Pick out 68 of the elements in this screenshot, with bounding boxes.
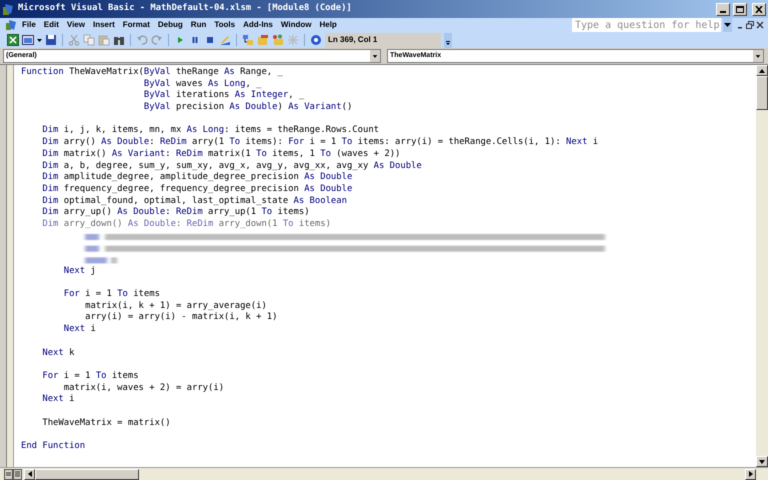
horizontal-scrollbar[interactable] bbox=[24, 468, 756, 480]
stop-icon[interactable] bbox=[204, 34, 216, 46]
code-line: Dim a, b, degree, sum_y, sum_xy, avg_x, avg_y, avg_xx, avg_xy As Double bbox=[41, 160, 422, 172]
cursor-position: Ln 369, Col 1 bbox=[325, 32, 441, 48]
code-line: Dim frequency_degree, frequency_degree_precision As Double bbox=[41, 184, 352, 196]
code-line: Next i bbox=[62, 324, 96, 336]
close-button[interactable] bbox=[752, 2, 766, 16]
restore-icon[interactable] bbox=[746, 21, 754, 29]
binoculars-icon[interactable] bbox=[113, 34, 125, 46]
code-line: ByVal precision As Double) As Variant() bbox=[142, 102, 352, 114]
caret-icon[interactable] bbox=[723, 18, 732, 32]
code-line: Next k bbox=[41, 348, 74, 360]
maximize-button[interactable] bbox=[733, 2, 747, 16]
object-browser-icon[interactable] bbox=[272, 34, 284, 46]
menu-item[interactable]: Tools bbox=[211, 19, 238, 31]
code-line: End Function bbox=[21, 441, 86, 453]
code-line: For i = 1 To items bbox=[62, 289, 160, 301]
excel-icon[interactable] bbox=[7, 34, 19, 46]
close-icon[interactable] bbox=[756, 21, 764, 29]
procedure-view-icon[interactable] bbox=[4, 468, 13, 480]
save-icon[interactable] bbox=[45, 34, 57, 46]
menu-item[interactable]: Edit bbox=[40, 19, 62, 31]
menu-item[interactable]: Help bbox=[316, 19, 340, 31]
code-line: Next j bbox=[62, 266, 96, 278]
menu-item[interactable]: Format bbox=[120, 19, 153, 31]
window-title: Microsoft Visual Basic - MathDefault-04.xlsm - [Module8 (Code)] bbox=[18, 2, 352, 16]
scroll-thumb[interactable] bbox=[35, 468, 139, 480]
code-line: Dim arry_up() As Double: ReDim arry_up(1 To items) bbox=[41, 207, 310, 219]
code-line: Dim matrix() As Variant: ReDim matrix(1 To items, 1 To (waves + 2)) bbox=[41, 148, 400, 160]
minimize-button[interactable] bbox=[716, 2, 730, 16]
toolbar-options-icon[interactable] bbox=[444, 32, 452, 48]
help-field[interactable]: Type a question for help bbox=[572, 18, 721, 32]
down-arrow-icon[interactable] bbox=[759, 460, 765, 464]
code-line: Dim arry() As Double: ReDim arry(1 To items): For i = 1 To items: arry(i) = theRange.Cells(i, 1): Next i bbox=[41, 137, 598, 149]
menu-item[interactable]: File bbox=[19, 19, 39, 31]
left-arrow-icon[interactable] bbox=[28, 471, 32, 477]
menu-item[interactable]: Run bbox=[188, 19, 210, 31]
menu-item[interactable]: View bbox=[64, 19, 88, 31]
app-icon bbox=[2, 2, 15, 16]
code-line: Dim i, j, k, items, mn, mx As Long: items = theRange.Rows.Count bbox=[41, 125, 380, 137]
code-line: ByVal waves As Long, _ bbox=[142, 78, 262, 90]
up-arrow-icon[interactable] bbox=[759, 68, 765, 72]
right-arrow-icon[interactable] bbox=[748, 471, 752, 477]
code-line: matrix(i, k + 1) = arry_average(i) bbox=[84, 300, 267, 312]
vertical-scrollbar[interactable] bbox=[756, 65, 768, 467]
code-line: Function TheWaveMatrix(ByVal theRange As Range, _ bbox=[21, 67, 283, 79]
menu-item[interactable]: Window bbox=[278, 19, 314, 31]
code-line: Dim arry_down() As Double: ReDim arry_down(1 To items) bbox=[41, 218, 331, 231]
module-view-icon[interactable] bbox=[13, 468, 22, 480]
code-line: For i = 1 To items bbox=[41, 370, 139, 383]
code-line: arry(i) = arry(i) - matrix(i, k + 1) bbox=[84, 312, 278, 324]
caret-icon[interactable] bbox=[369, 50, 380, 62]
code-line: TheWaveMatrix = matrix() bbox=[41, 418, 171, 430]
code-line: Dim optimal_found, optimal, last_optimal_state As Boolean bbox=[41, 196, 347, 207]
project-explorer-icon[interactable] bbox=[242, 34, 254, 46]
menu-item[interactable]: Debug bbox=[154, 19, 186, 31]
app-icon[interactable] bbox=[6, 20, 17, 30]
design-mode-icon[interactable] bbox=[219, 34, 231, 46]
scroll-thumb[interactable] bbox=[756, 76, 768, 110]
code-line: ByVal iterations As Integer, _ bbox=[142, 90, 304, 102]
code-line: Dim amplitude_degree, amplitude_degree_precision As Double bbox=[41, 172, 352, 184]
menu-item[interactable]: Insert bbox=[90, 19, 118, 31]
help-icon[interactable] bbox=[310, 34, 322, 46]
menu-item[interactable]: Add-Ins bbox=[240, 19, 276, 31]
code-line: matrix(i, waves + 2) = arry(i) bbox=[62, 382, 224, 394]
close-icon bbox=[755, 6, 763, 12]
caret-icon[interactable] bbox=[752, 50, 763, 62]
code-line: Next i bbox=[41, 394, 74, 406]
